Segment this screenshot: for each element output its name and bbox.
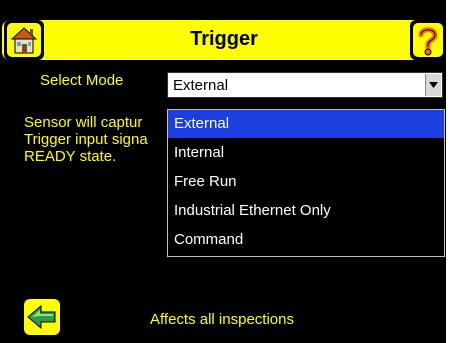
dropdown-option-external[interactable]: External xyxy=(168,110,444,138)
back-button[interactable] xyxy=(22,297,62,337)
back-arrow-icon xyxy=(24,299,60,335)
description-line: Trigger input signa xyxy=(24,131,148,148)
mode-select-value: External xyxy=(173,77,229,94)
description-line: Sensor will captur xyxy=(24,114,143,131)
description-line: READY state. xyxy=(24,148,117,165)
footer-note: Affects all inspections xyxy=(150,311,294,328)
select-mode-label: Select Mode xyxy=(40,72,124,89)
mode-select[interactable]: External xyxy=(167,72,443,98)
help-button[interactable] xyxy=(410,20,446,60)
help-icon xyxy=(413,23,443,57)
dropdown-option-command[interactable]: Command xyxy=(168,226,444,254)
dropdown-option-free-run[interactable]: Free Run xyxy=(168,168,444,196)
mode-dropdown-list: External Internal Free Run Industrial Et… xyxy=(167,109,445,257)
page-title: Trigger xyxy=(190,28,258,50)
dropdown-option-internal[interactable]: Internal xyxy=(168,139,444,167)
trigger-description: Sensor will captur Trigger input signa R… xyxy=(24,114,174,165)
chevron-down-icon[interactable] xyxy=(425,74,441,96)
screen: Trigger Select Mode External Sensor will… xyxy=(0,0,446,343)
header-bar: Trigger xyxy=(2,20,446,60)
dropdown-option-industrial-ethernet-only[interactable]: Industrial Ethernet Only xyxy=(168,197,444,225)
